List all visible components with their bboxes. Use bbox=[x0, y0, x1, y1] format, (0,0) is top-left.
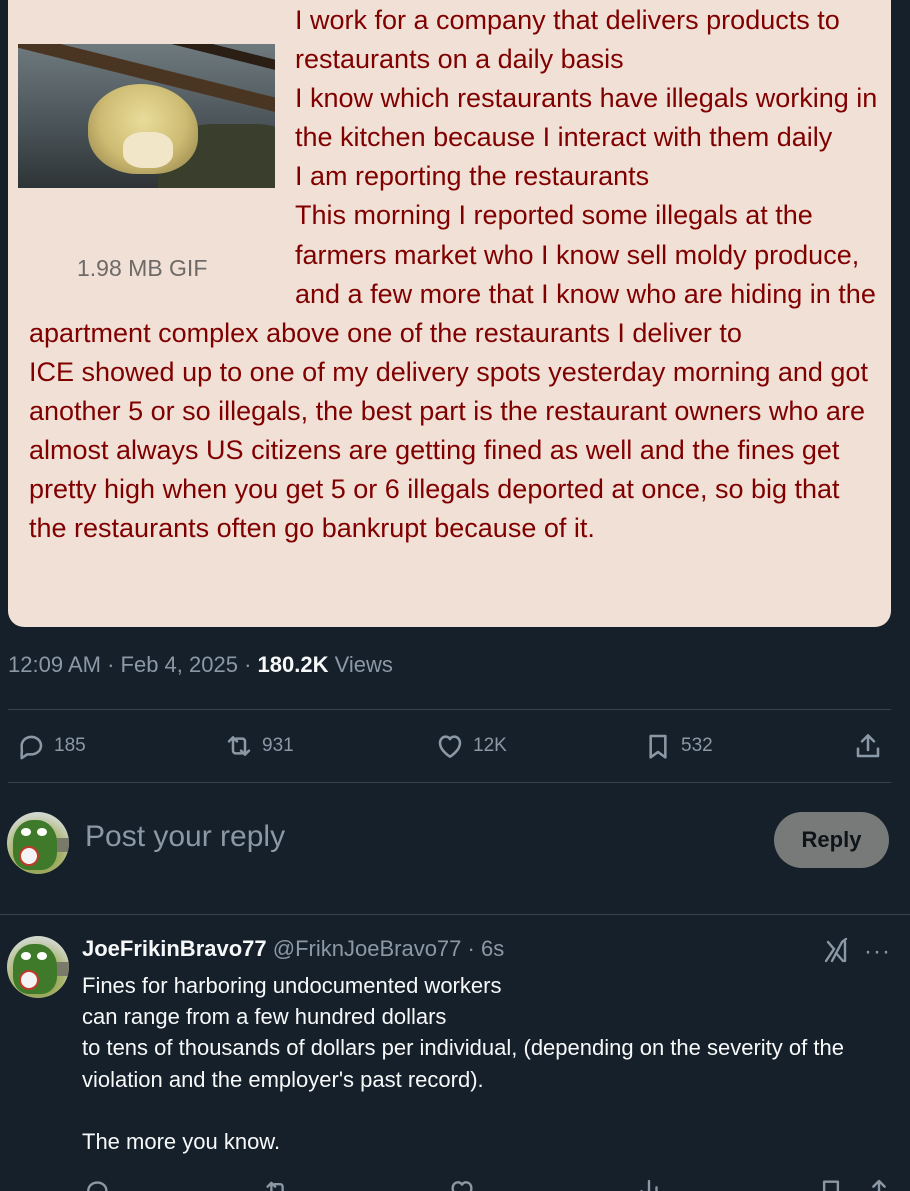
reply-action[interactable]: 185 bbox=[15, 729, 86, 763]
reply-handle[interactable]: @FriknJoeBravo77 bbox=[273, 936, 462, 961]
divider bbox=[8, 782, 891, 783]
views-count: 180.2K bbox=[257, 652, 329, 677]
share-icon bbox=[856, 734, 880, 758]
reply-input[interactable]: Post your reply bbox=[85, 820, 285, 854]
avatar-eye bbox=[37, 952, 47, 960]
reply-line: can range from a few hundred dollars bbox=[82, 1004, 447, 1030]
meta-separator: · bbox=[107, 652, 115, 677]
reply-line: The more you know. bbox=[82, 1129, 281, 1154]
avatar-skull bbox=[19, 846, 39, 866]
heart-icon bbox=[438, 735, 462, 758]
bookmark-icon[interactable] bbox=[816, 1176, 846, 1191]
post-date[interactable]: Feb 4, 2025 bbox=[121, 652, 238, 677]
like-action[interactable]: 12K bbox=[434, 729, 507, 763]
reply-count: 185 bbox=[54, 735, 86, 756]
like-count: 12K bbox=[473, 735, 507, 756]
repost-icon[interactable] bbox=[262, 1176, 292, 1191]
share-icon[interactable] bbox=[864, 1176, 894, 1191]
views-icon[interactable] bbox=[634, 1176, 664, 1191]
repost-count: 931 bbox=[262, 735, 294, 756]
bookmark-count: 532 bbox=[681, 735, 713, 756]
views-label: Views bbox=[334, 652, 393, 677]
reply-text: Fines for harboring undocumented workers… bbox=[82, 970, 892, 1157]
post-time[interactable]: 12:09 AM bbox=[8, 652, 101, 677]
reply-button[interactable]: Reply bbox=[774, 812, 889, 868]
share-action[interactable] bbox=[852, 729, 884, 763]
bookmark-icon bbox=[649, 734, 667, 759]
heart-icon[interactable] bbox=[447, 1176, 477, 1191]
post-image[interactable]: 1.98 MB GIF I work for a company that de… bbox=[8, 0, 891, 627]
repost-icon bbox=[227, 736, 251, 756]
meta-separator: · bbox=[467, 936, 475, 961]
thumbnail-spacer bbox=[29, 1, 295, 313]
post-meta: 12:09 AM · Feb 4, 2025 · 180.2K Views bbox=[8, 652, 393, 678]
divider bbox=[0, 914, 910, 915]
reply-line: to tens of thousands of dollars per indi… bbox=[82, 1035, 844, 1092]
avatar-eye bbox=[21, 952, 31, 960]
reply-display-name[interactable]: JoeFrikinBravo77 bbox=[82, 936, 267, 961]
bookmark-action[interactable]: 532 bbox=[642, 729, 713, 763]
comment-icon[interactable] bbox=[82, 1176, 112, 1191]
reply-line: Fines for harboring undocumented workers bbox=[82, 973, 502, 998]
avatar-eye bbox=[37, 828, 47, 836]
greentext-block: I work for a company that delivers produ… bbox=[29, 1, 879, 548]
repost-action[interactable]: 931 bbox=[223, 729, 294, 763]
avatar[interactable] bbox=[7, 812, 69, 874]
greentext-line: ICE showed up to one of my delivery spot… bbox=[29, 356, 868, 544]
tweet-detail-page: 1.98 MB GIF I work for a company that de… bbox=[0, 0, 910, 1191]
reply-header: JoeFrikinBravo77 @FriknJoeBravo77 · 6s bbox=[82, 936, 504, 962]
reply-line bbox=[82, 1095, 892, 1126]
grok-icon[interactable] bbox=[822, 936, 850, 964]
divider bbox=[8, 709, 891, 710]
reply-avatar[interactable] bbox=[7, 936, 69, 998]
meta-separator: · bbox=[244, 652, 252, 677]
reply-time[interactable]: 6s bbox=[481, 936, 504, 961]
avatar-skull bbox=[19, 970, 39, 990]
more-icon[interactable]: ··· bbox=[864, 938, 891, 966]
comment-icon bbox=[20, 735, 43, 760]
avatar-eye bbox=[21, 828, 31, 836]
